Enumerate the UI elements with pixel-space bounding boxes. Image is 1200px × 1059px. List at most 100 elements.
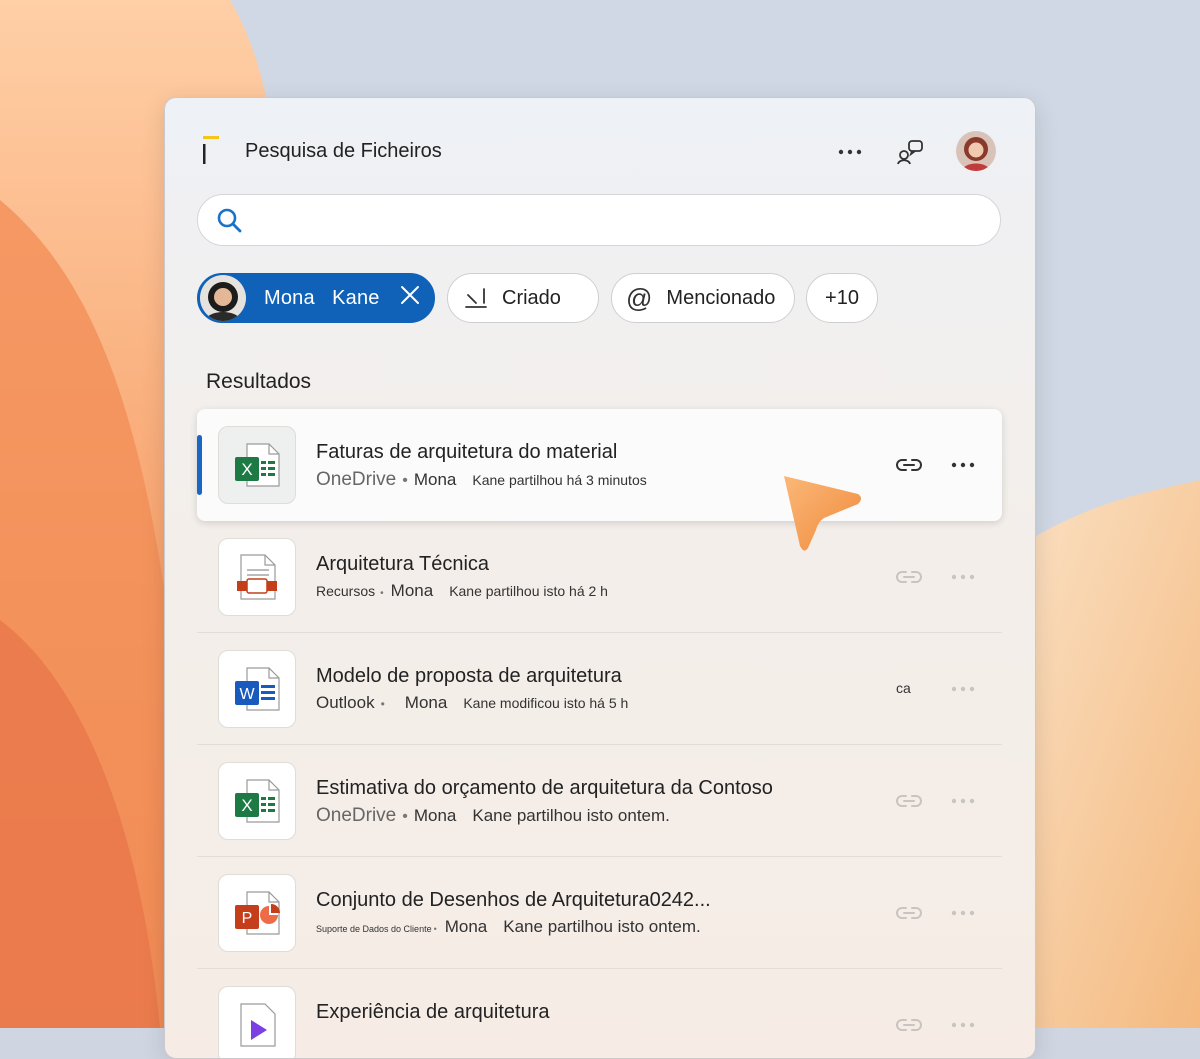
file-source: OneDrive: [316, 805, 397, 826]
file-source: Recursos: [316, 583, 376, 599]
row-more-button[interactable]: [948, 788, 978, 814]
svg-text:P: P: [242, 910, 253, 927]
file-name: Modelo de proposta de arquitetura: [316, 665, 622, 687]
app-title: Pesquisa de Ficheiros: [245, 140, 442, 162]
created-icon: [465, 288, 487, 308]
more-filters-count: +10: [825, 286, 859, 309]
result-row-6[interactable]: Experiência de arquitetura: [197, 969, 1002, 1058]
file-icon-container: P: [218, 874, 296, 952]
separator-dot: •: [402, 808, 408, 825]
file-meta: Outlook • Mona Kane modificou isto há 5 …: [316, 693, 628, 713]
svg-text:X: X: [241, 796, 252, 815]
filter-label-created: Criado: [502, 286, 561, 309]
link-icon: [896, 907, 922, 919]
excel-icon: X: [235, 443, 280, 487]
ellipsis-icon: [951, 798, 975, 804]
svg-text:X: X: [241, 460, 252, 479]
filter-chip-created[interactable]: Criado: [447, 273, 599, 323]
at-icon: @: [626, 282, 653, 313]
filter-chip-mentioned[interactable]: @ Mencionado: [611, 273, 795, 323]
remove-filter-button[interactable]: [400, 285, 420, 311]
file-icon-container: W: [218, 650, 296, 728]
file-name: Experiência de arquitetura: [316, 1001, 550, 1023]
row-more-button[interactable]: [948, 676, 978, 702]
separator-dot: •: [380, 697, 385, 711]
file-icon-container: [218, 986, 296, 1058]
more-options-button[interactable]: [830, 132, 870, 172]
person-name: Mona Kane: [264, 286, 380, 309]
file-owner: Mona: [404, 693, 448, 712]
ellipsis-icon: [951, 574, 975, 580]
ellipsis-icon: [951, 1022, 975, 1028]
copy-link-button[interactable]: [894, 788, 924, 814]
copy-link-button[interactable]: [894, 1012, 924, 1038]
user-avatar[interactable]: [956, 131, 996, 171]
video-icon: [240, 1003, 276, 1047]
file-activity: Kane modificou isto há 5 h: [463, 695, 629, 711]
user-avatar-icon: [956, 131, 996, 171]
link-icon: [896, 1019, 922, 1031]
result-row-1[interactable]: X Faturas de arquitetura do material One…: [197, 409, 1002, 521]
ellipsis-icon: [951, 910, 975, 916]
file-name: Faturas de arquitetura do material: [316, 441, 618, 463]
selection-indicator: [197, 435, 202, 495]
file-activity: Kane partilhou há 3 minutos: [472, 472, 647, 488]
person-avatar-icon: [200, 275, 246, 321]
search-input[interactable]: [254, 203, 978, 239]
file-source: OneDrive: [316, 469, 397, 490]
file-meta: OneDrive • Mona Kane partilhou isto onte…: [316, 805, 670, 827]
file-meta: OneDrive • Mona Kane partilhou há 3 minu…: [316, 469, 647, 491]
pointer-cursor-icon: [784, 476, 861, 551]
feedback-button[interactable]: [890, 132, 930, 172]
file-owner: Mona: [444, 917, 488, 936]
close-icon: [400, 286, 419, 304]
file-icon-container: X: [218, 762, 296, 840]
word-icon: W: [235, 667, 280, 711]
powerpoint-icon: P: [235, 891, 280, 935]
ellipsis-icon: [951, 462, 975, 468]
file-owner: Mona: [390, 581, 434, 600]
filter-label-mentioned: Mencionado: [666, 286, 776, 309]
file-name: Estimativa do orçamento de arquitetura d…: [316, 777, 773, 799]
file-icon-container: [218, 538, 296, 616]
file-meta: Recursos • Mona Kane partilhou isto há 2…: [316, 581, 608, 601]
ellipsis-icon: [838, 149, 862, 155]
row-more-button[interactable]: [948, 452, 978, 478]
file-source: Suporte de Dados do Cliente: [316, 924, 432, 934]
file-owner: Mona: [413, 806, 457, 825]
results-heading: Resultados: [206, 370, 312, 393]
person-avatar: [200, 275, 246, 321]
search-box[interactable]: [197, 194, 1001, 246]
ellipsis-icon: [951, 686, 975, 692]
feedback-icon: [897, 140, 923, 165]
row-more-button[interactable]: [948, 900, 978, 926]
filter-chip-person[interactable]: Mona Kane: [197, 273, 435, 323]
file-activity: Kane partilhou isto ontem.: [472, 806, 670, 825]
link-icon: [896, 459, 922, 471]
file-owner: Mona: [413, 470, 457, 489]
copy-link-button[interactable]: [894, 900, 924, 926]
row-more-button[interactable]: [948, 1012, 978, 1038]
result-row-5[interactable]: P Conjunto de Desenhos de Arquitetura024…: [197, 857, 1002, 969]
file-name: Conjunto de Desenhos de Arquitetura0242.…: [316, 889, 711, 911]
file-name: Arquitetura Técnica: [316, 553, 490, 575]
row-more-button[interactable]: [948, 564, 978, 590]
result-row-4[interactable]: X Estimativa do orçamento de arquitetura…: [197, 745, 1002, 857]
file-activity: Kane partilhou isto ontem.: [503, 917, 701, 936]
file-search-panel: Pesquisa de Ficheiros Mona Kane Criado @…: [164, 97, 1036, 1059]
row-action-text[interactable]: ca: [896, 680, 911, 696]
copy-link-button[interactable]: [894, 452, 924, 478]
svg-text:W: W: [239, 686, 255, 703]
result-row-3[interactable]: W Modelo de proposta de arquitetura Outl…: [197, 633, 1002, 745]
link-icon: [896, 795, 922, 807]
separator-dot: •: [380, 588, 384, 599]
result-row-2[interactable]: Arquitetura Técnica Recursos • Mona Kane…: [197, 521, 1002, 633]
copy-link-button[interactable]: [894, 564, 924, 590]
file-activity: Kane partilhou isto há 2 h: [449, 583, 608, 599]
file-meta: Suporte de Dados do Cliente • Mona Kane …: [316, 917, 701, 937]
file-icon-container: X: [218, 426, 296, 504]
document-icon: [237, 554, 277, 600]
excel-icon: X: [235, 779, 280, 823]
more-filters-button[interactable]: +10: [806, 273, 878, 323]
file-source: Outlook: [316, 693, 375, 712]
